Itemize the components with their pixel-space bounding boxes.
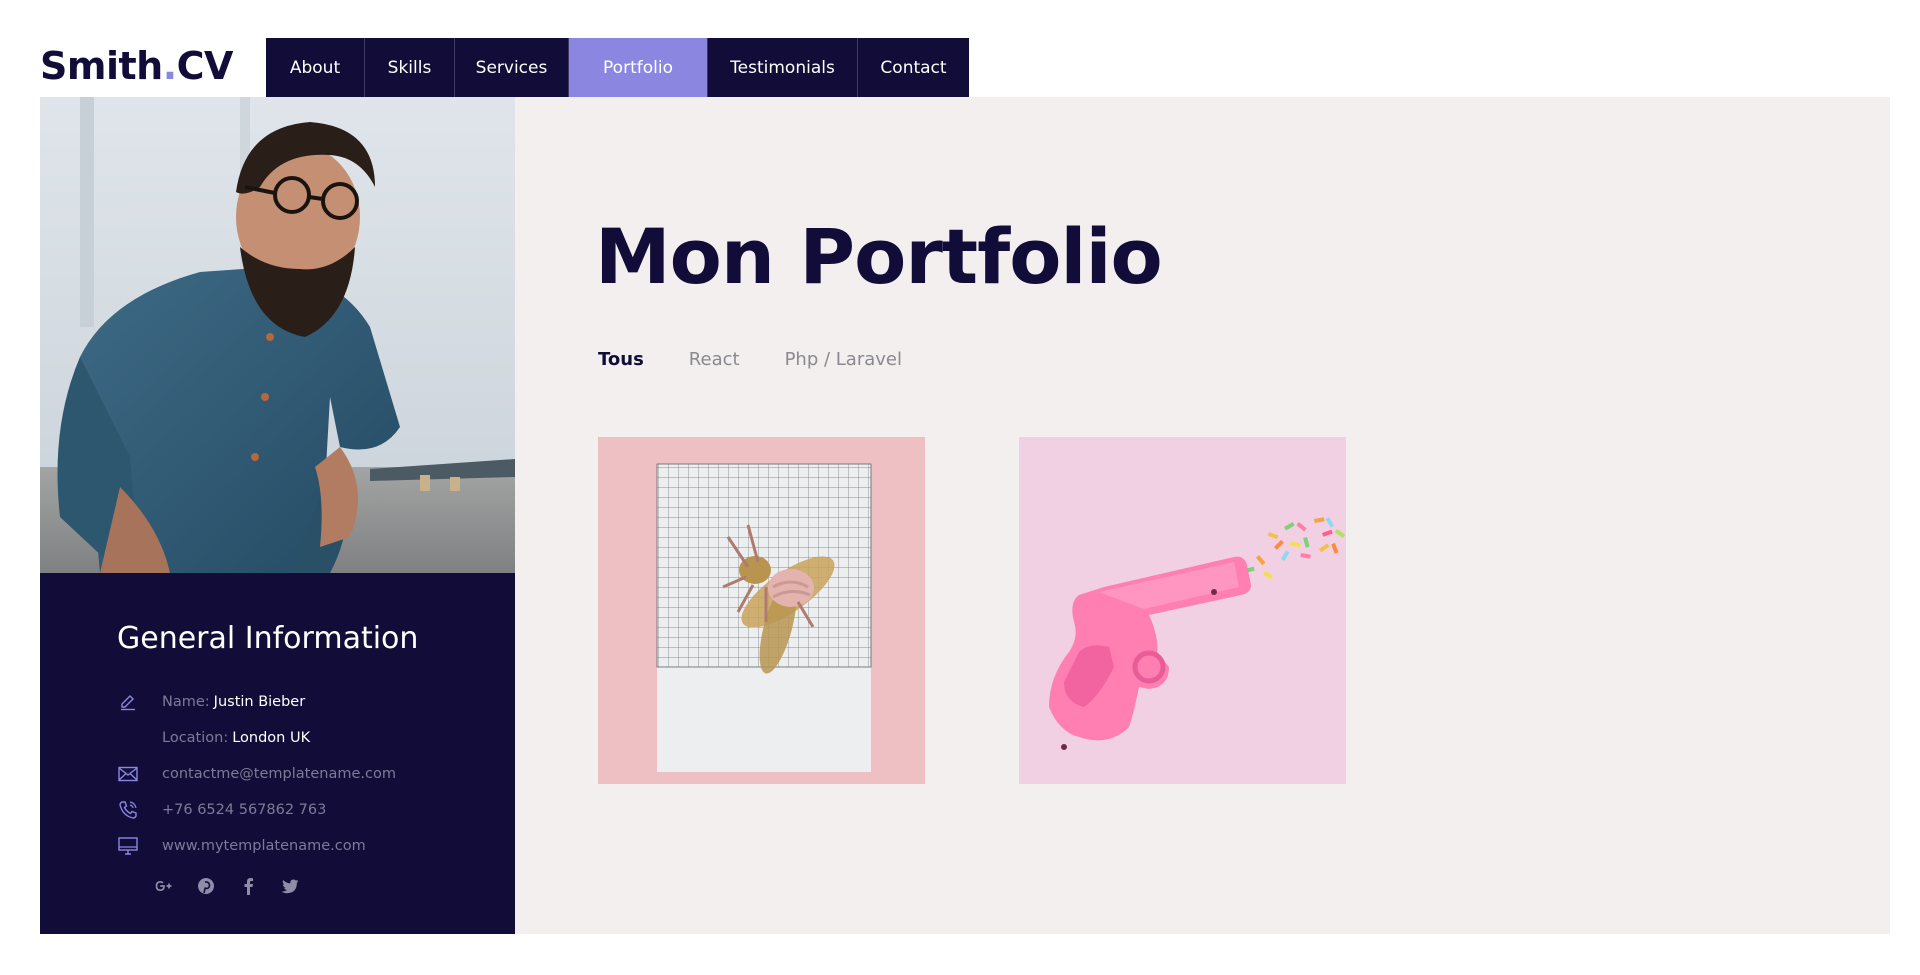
portfolio-filters: Tous React Php / Laravel <box>598 349 902 370</box>
main-nav: About Skills Services Portfolio Testimon… <box>266 38 969 97</box>
bee-image <box>598 437 925 784</box>
info-email-row: contactme@templatename.com <box>117 763 396 785</box>
name-label: Name: <box>162 694 210 710</box>
nav-contact[interactable]: Contact <box>858 38 969 97</box>
filter-php-laravel[interactable]: Php / Laravel <box>785 349 902 370</box>
info-website-row: www.mytemplatename.com <box>117 835 366 857</box>
nav-services[interactable]: Services <box>455 38 569 97</box>
nav-testimonials[interactable]: Testimonials <box>708 38 858 97</box>
portfolio-item-pink-gun[interactable] <box>1019 437 1346 784</box>
profile-photo <box>40 97 515 573</box>
twitter-icon[interactable] <box>280 876 300 896</box>
info-location-row: Location: London UK <box>117 727 310 749</box>
facebook-icon[interactable] <box>238 876 258 896</box>
portfolio-section: Mon Portfolio Tous React Php / Laravel <box>515 97 1890 934</box>
website-link[interactable]: www.mytemplatename.com <box>162 838 366 854</box>
google-plus-icon[interactable] <box>154 876 174 896</box>
monitor-icon <box>117 835 139 857</box>
social-links <box>154 876 300 896</box>
filter-all[interactable]: Tous <box>598 349 644 370</box>
nav-skills[interactable]: Skills <box>365 38 455 97</box>
page-title: Mon Portfolio <box>595 212 1163 301</box>
phone-number[interactable]: +76 6524 567862 763 <box>162 802 326 818</box>
general-info-panel: General Information Name: Justin Bieber … <box>40 573 515 934</box>
phone-icon <box>117 799 139 821</box>
pencil-icon <box>117 691 139 713</box>
nav-portfolio[interactable]: Portfolio <box>569 38 708 97</box>
pink-gun-image <box>1019 437 1346 784</box>
profile-photo-illustration <box>40 97 515 573</box>
nav-about[interactable]: About <box>266 38 365 97</box>
location-label: Location: <box>162 730 229 746</box>
general-info-title: General Information <box>117 621 419 656</box>
envelope-icon <box>117 763 139 785</box>
location-value: London UK <box>232 730 311 746</box>
info-phone-row: +76 6524 567862 763 <box>117 799 326 821</box>
email-link[interactable]: contactme@templatename.com <box>162 766 396 782</box>
portfolio-item-bee[interactable] <box>598 437 925 784</box>
filter-react[interactable]: React <box>689 349 740 370</box>
name-value: Justin Bieber <box>213 694 306 710</box>
pinterest-icon[interactable] <box>196 876 216 896</box>
profile-column: General Information Name: Justin Bieber … <box>40 97 515 934</box>
logo[interactable]: Smith.CV <box>40 44 233 88</box>
info-name-row: Name: Justin Bieber <box>117 691 305 713</box>
location-icon <box>117 727 139 749</box>
